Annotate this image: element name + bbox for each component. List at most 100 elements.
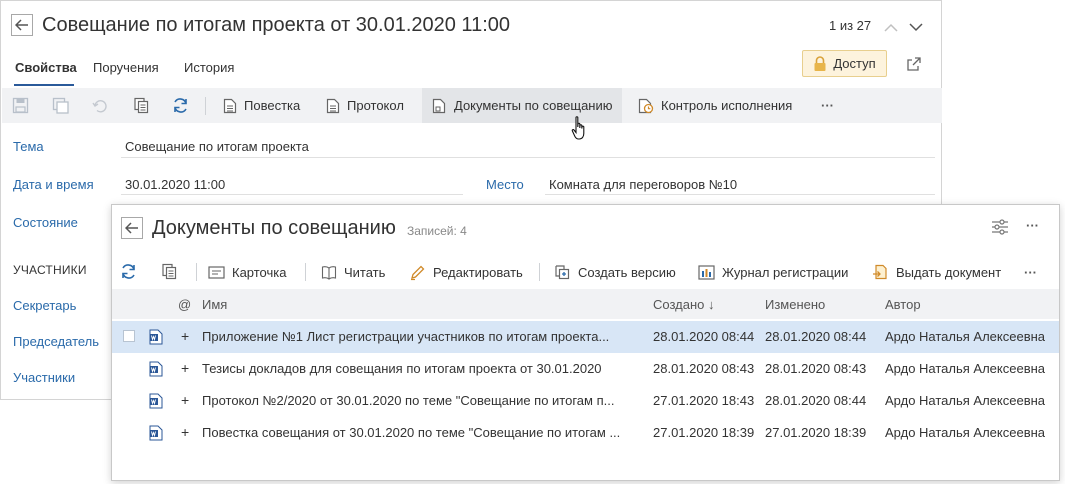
toolbar-separator (205, 97, 206, 115)
doc-name[interactable]: Повестка совещания от 30.01.2020 по теме… (202, 425, 650, 440)
new-version-icon (555, 264, 570, 279)
hand-cursor-icon (571, 116, 585, 140)
arrow-left-icon (15, 19, 28, 31)
doc-created: 27.01.2020 18:43 (653, 393, 755, 408)
doc-author: Ардо Наталья Алексеевна (885, 361, 1046, 376)
next-record-button[interactable] (908, 19, 924, 35)
meeting-documents-button[interactable]: Документы по совещанию (422, 88, 622, 123)
word-document-icon (149, 425, 163, 441)
dialog-back-button[interactable] (121, 217, 143, 239)
lock-icon (814, 55, 826, 71)
agenda-button[interactable]: Повестка (215, 88, 308, 123)
filter-settings-icon[interactable] (991, 219, 1009, 235)
chairman-label: Председатель (13, 334, 100, 349)
word-document-icon (149, 329, 163, 345)
pencil-icon (411, 265, 425, 280)
toolbar-separator (539, 263, 540, 281)
document-icon (223, 98, 237, 113)
doc-created: 28.01.2020 08:44 (653, 329, 755, 344)
control-icon (638, 98, 654, 113)
undo-icon[interactable] (92, 97, 109, 114)
tab-assignments[interactable]: Поручения (93, 60, 159, 75)
expand-plus[interactable]: + (181, 328, 189, 344)
back-button[interactable] (11, 14, 33, 36)
column-created[interactable]: Создано ↓ (653, 297, 714, 312)
tab-history[interactable]: История (184, 60, 234, 75)
doc-author: Ардо Наталья Алексеевна (885, 393, 1046, 408)
place-label: Место (486, 177, 524, 192)
record-count: Записей: 4 (407, 224, 467, 238)
members-label: Участники (13, 370, 76, 385)
read-button[interactable]: Читать (321, 256, 385, 288)
toolbar-separator (196, 263, 197, 281)
external-link-icon (907, 57, 921, 71)
card-button[interactable]: Карточка (208, 256, 286, 288)
column-modified[interactable]: Изменено (765, 297, 825, 312)
execution-control-button[interactable]: Контроль исполнения (630, 88, 800, 123)
word-document-icon (149, 361, 163, 377)
issue-document-icon (873, 264, 887, 279)
page-title: Совещание по итогам проекта от 30.01.202… (42, 14, 510, 36)
toolbar-more-button[interactable]: ··· (1024, 256, 1037, 288)
active-tab-indicator (14, 84, 74, 86)
row-checkbox[interactable] (123, 330, 135, 342)
doc-modified: 28.01.2020 08:44 (765, 393, 867, 408)
prev-record-button[interactable] (883, 19, 899, 35)
doc-name[interactable]: Протокол №2/2020 от 30.01.2020 по теме "… (202, 393, 650, 408)
column-name[interactable]: Имя (202, 297, 227, 312)
place-value[interactable]: Комната для переговоров №10 (549, 177, 737, 192)
registration-journal-button[interactable]: Журнал регистрации (698, 256, 848, 288)
edit-button[interactable]: Редактировать (409, 256, 523, 288)
doc-created: 28.01.2020 08:43 (653, 361, 755, 376)
topic-value[interactable]: Совещание по итогам проекта (125, 139, 309, 154)
save-icon[interactable] (12, 97, 29, 114)
column-attachments[interactable]: @ (178, 297, 191, 312)
open-external-button[interactable] (906, 56, 922, 72)
tab-properties[interactable]: Свойства (15, 60, 77, 75)
datetime-value[interactable]: 30.01.2020 11:00 (125, 177, 225, 192)
save-close-icon[interactable] (52, 97, 69, 114)
doc-created: 27.01.2020 18:39 (653, 425, 755, 440)
access-label: Доступ (833, 56, 876, 71)
dialog-title: Документы по совещанию (152, 217, 396, 239)
datetime-label: Дата и время (13, 177, 94, 192)
datetime-underline (121, 194, 463, 195)
refresh-icon[interactable] (120, 263, 137, 280)
card-icon (208, 265, 225, 279)
create-version-button[interactable]: Создать версию (554, 256, 676, 288)
word-document-icon (149, 393, 163, 409)
arrow-left-icon (125, 222, 138, 234)
state-label: Состояние (13, 215, 78, 230)
doc-author: Ардо Наталья Алексеевна (885, 329, 1046, 344)
meeting-documents-dialog: Документы по совещанию Записей: 4 ··· Ка… (111, 204, 1060, 481)
table-row[interactable]: + Приложение №1 Лист регистрации участни… (112, 321, 1059, 353)
topic-label: Тема (13, 139, 44, 154)
doc-name[interactable]: Тезисы докладов для совещания по итогам … (202, 361, 650, 376)
documents-icon (432, 98, 446, 113)
book-icon (321, 265, 337, 280)
table-row[interactable]: + Тезисы докладов для совещания по итога… (112, 353, 1059, 385)
toolbar-separator (305, 263, 306, 281)
secretary-label: Секретарь (13, 298, 77, 313)
copy-icon[interactable] (161, 263, 178, 280)
copy-icon[interactable] (133, 97, 150, 114)
record-pager: 1 из 27 (829, 18, 872, 33)
table-row[interactable]: + Повестка совещания от 30.01.2020 по те… (112, 417, 1059, 449)
expand-plus[interactable]: + (181, 360, 189, 376)
more-actions-button[interactable]: ··· (817, 88, 838, 123)
access-button[interactable]: Доступ (802, 50, 887, 77)
column-author[interactable]: Автор (885, 297, 921, 312)
documents-toolbar: Карточка Читать Редактировать Создать ве… (112, 256, 1059, 288)
chevron-up-icon (884, 23, 898, 32)
protocol-button[interactable]: Протокол (318, 88, 412, 123)
doc-name[interactable]: Приложение №1 Лист регистрации участнико… (202, 329, 650, 344)
chevron-down-icon (909, 22, 923, 31)
expand-plus[interactable]: + (181, 392, 189, 408)
refresh-icon[interactable] (172, 97, 189, 114)
participants-section-title: УЧАСТНИКИ (13, 263, 87, 277)
issue-document-button[interactable]: Выдать документ (872, 256, 1001, 288)
expand-plus[interactable]: + (181, 424, 189, 440)
chart-journal-icon (698, 264, 715, 280)
table-row[interactable]: + Протокол №2/2020 от 30.01.2020 по теме… (112, 385, 1059, 417)
dialog-more-button[interactable]: ··· (1026, 218, 1039, 233)
